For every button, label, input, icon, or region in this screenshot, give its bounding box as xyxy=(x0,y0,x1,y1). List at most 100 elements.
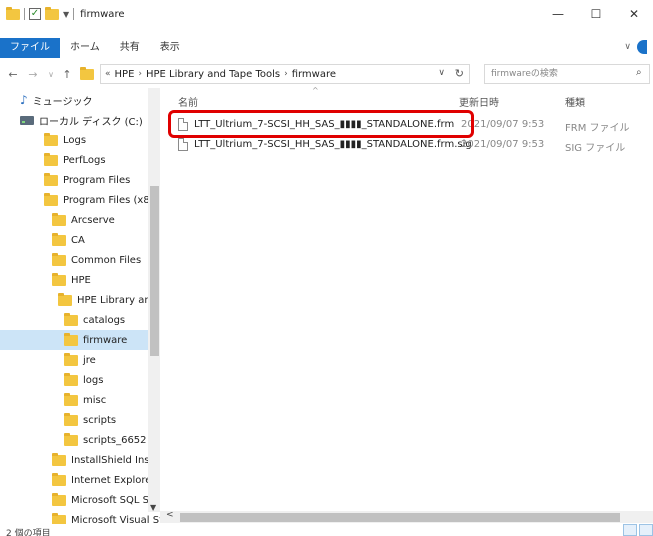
drive-icon xyxy=(20,115,34,125)
quick-access-toolbar: ✓ ▼ xyxy=(0,6,75,20)
folder-icon xyxy=(64,392,78,406)
nav-item-microsoft-visual[interactable]: Microsoft Visual St xyxy=(52,510,160,524)
nav-item-hpe[interactable]: HPE xyxy=(52,270,91,290)
maximize-button[interactable]: ☐ xyxy=(577,0,615,28)
nav-item-hpe-library[interactable]: HPE Library and xyxy=(58,290,157,310)
folder-icon xyxy=(80,67,94,80)
window-controls: — ☐ ✕ xyxy=(539,0,653,28)
nav-item-label: Program Files xyxy=(63,174,131,186)
nav-item-label: ミュージック xyxy=(32,96,93,108)
window-title: firmware xyxy=(80,8,125,20)
nav-item-label: scripts xyxy=(83,414,117,426)
nav-item-program-files-x86[interactable]: Program Files (x86) xyxy=(44,190,160,210)
nav-item-perflogs[interactable]: PerfLogs xyxy=(44,150,106,170)
large-icons-view-icon[interactable] xyxy=(639,524,653,536)
nav-item-program-files[interactable]: Program Files xyxy=(44,170,130,190)
breadcrumb-firmware[interactable]: firmware xyxy=(292,69,336,80)
nav-item-ca[interactable]: CA xyxy=(52,230,85,250)
folder-icon xyxy=(52,492,66,506)
nav-item-label: Internet Explorer xyxy=(71,474,156,486)
folder-icon xyxy=(52,472,66,486)
nav-item-label: firmware xyxy=(83,334,128,346)
forward-arrow-icon[interactable]: → xyxy=(24,68,42,81)
overflow-chevron-icon[interactable]: « xyxy=(105,69,111,79)
nav-item-microsoft-sql[interactable]: Microsoft SQL Serv xyxy=(52,490,160,510)
folder-icon xyxy=(44,192,58,206)
properties-check-icon[interactable]: ✓ xyxy=(29,8,41,20)
address-bar[interactable]: « HPE › HPE Library and Tape Tools › fir… xyxy=(100,64,470,84)
folder-icon xyxy=(52,232,66,246)
scroll-down-icon[interactable]: ▼ xyxy=(150,503,156,512)
tab-home[interactable]: ホーム xyxy=(60,38,110,58)
breadcrumb-hpe[interactable]: HPE xyxy=(115,69,135,80)
minimize-button[interactable]: — xyxy=(539,0,577,28)
nav-item-arcserve[interactable]: Arcserve xyxy=(52,210,115,230)
nav-scrollbar-thumb[interactable] xyxy=(150,186,159,356)
breadcrumb-separator-icon[interactable]: › xyxy=(284,69,288,79)
scroll-left-icon[interactable]: < xyxy=(166,510,174,520)
folder-icon xyxy=(52,252,66,266)
title-bar: ✓ ▼ firmware — ☐ ✕ xyxy=(0,0,653,28)
up-arrow-icon[interactable]: ↑ xyxy=(58,68,76,81)
tab-file[interactable]: ファイル xyxy=(0,38,60,58)
folder-icon xyxy=(6,6,20,20)
folder-icon xyxy=(64,352,78,366)
folder-icon xyxy=(64,312,78,326)
nav-item-music[interactable]: ♪ ミュージック xyxy=(20,90,92,110)
folder-icon xyxy=(52,272,66,286)
nav-item-installshield[interactable]: InstallShield Install xyxy=(52,450,160,470)
nav-item-misc[interactable]: misc xyxy=(64,390,106,410)
nav-item-common-files[interactable]: Common Files xyxy=(52,250,141,270)
nav-item-scripts-6652[interactable]: scripts_6652 xyxy=(64,430,147,450)
tab-share[interactable]: 共有 xyxy=(110,38,150,58)
nav-item-label: InstallShield Install xyxy=(71,454,160,466)
nav-item-internet-explorer[interactable]: Internet Explorer xyxy=(52,470,156,490)
folder-icon xyxy=(52,452,66,466)
refresh-icon[interactable]: ↻ xyxy=(455,67,464,80)
back-arrow-icon[interactable]: ← xyxy=(4,68,22,81)
nav-item-logs[interactable]: Logs xyxy=(44,130,86,150)
column-header-name[interactable]: 名前 xyxy=(178,94,198,109)
breadcrumb-separator-icon[interactable]: › xyxy=(138,69,142,79)
details-view-icon[interactable] xyxy=(623,524,637,536)
folder-icon xyxy=(64,332,78,346)
nav-item-label: catalogs xyxy=(83,314,126,326)
divider xyxy=(73,8,75,20)
sort-ascending-icon: ^ xyxy=(312,86,319,95)
help-icon[interactable] xyxy=(637,40,647,54)
breadcrumb-hpe-library[interactable]: HPE Library and Tape Tools xyxy=(146,69,280,80)
file-modified: 2021/09/07 9:53 xyxy=(461,139,545,150)
nav-item-label: misc xyxy=(83,394,107,406)
tab-view[interactable]: 表示 xyxy=(150,38,190,58)
content-scrollbar-thumb[interactable] xyxy=(180,513,620,522)
ribbon-controls: ∨ xyxy=(624,40,647,54)
column-header-type[interactable]: 種類 xyxy=(565,94,585,109)
nav-item-label: Logs xyxy=(63,134,87,146)
nav-item-label: Microsoft SQL Serv xyxy=(71,494,160,506)
search-input[interactable]: firmwareの検索 xyxy=(484,64,650,84)
nav-item-label: Program Files (x86) xyxy=(63,194,160,206)
nav-item-local-disk[interactable]: ローカル ディスク (C:) xyxy=(20,110,143,130)
nav-item-scripts[interactable]: scripts xyxy=(64,410,116,430)
address-row: ← → ∨ ↑ « HPE › HPE Library and Tape Too… xyxy=(0,63,653,85)
view-switcher xyxy=(623,524,653,536)
nav-item-catalogs[interactable]: catalogs xyxy=(64,310,125,330)
search-icon[interactable]: ⌕ xyxy=(636,67,649,78)
close-button[interactable]: ✕ xyxy=(615,0,653,28)
column-header-modified[interactable]: 更新日時 xyxy=(459,94,499,109)
divider xyxy=(24,8,25,20)
nav-item-jre[interactable]: jre xyxy=(64,350,96,370)
new-folder-icon[interactable] xyxy=(45,6,59,20)
nav-item-logs-sub[interactable]: logs xyxy=(64,370,103,390)
nav-item-label: scripts_6652 xyxy=(83,434,147,446)
customize-dropdown-icon[interactable]: ▼ xyxy=(63,10,69,19)
nav-item-firmware[interactable]: firmware xyxy=(0,330,148,350)
folder-icon xyxy=(44,152,58,166)
nav-item-label: ローカル ディスク (C:) xyxy=(39,116,143,128)
expand-ribbon-icon[interactable]: ∨ xyxy=(624,42,631,52)
address-dropdown-icon[interactable]: ∨ xyxy=(438,68,445,78)
navigation-pane: ♪ ミュージック ローカル ディスク (C:) Logs PerfLogs Pr… xyxy=(0,88,160,524)
nav-item-label: jre xyxy=(83,354,96,366)
nav-item-label: CA xyxy=(71,234,85,246)
nav-item-label: Arcserve xyxy=(71,214,115,226)
